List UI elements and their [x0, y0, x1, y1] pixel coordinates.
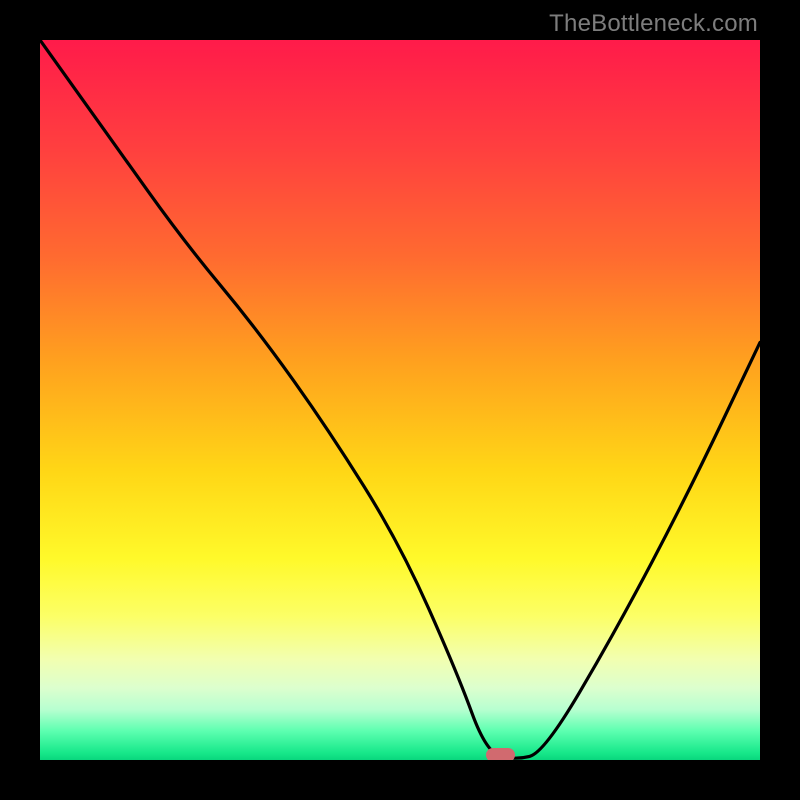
optimal-marker — [486, 748, 515, 760]
chart-container: TheBottleneck.com — [0, 0, 800, 800]
plot-area — [40, 40, 760, 760]
bottleneck-curve — [40, 40, 760, 760]
watermark-label: TheBottleneck.com — [549, 10, 758, 38]
